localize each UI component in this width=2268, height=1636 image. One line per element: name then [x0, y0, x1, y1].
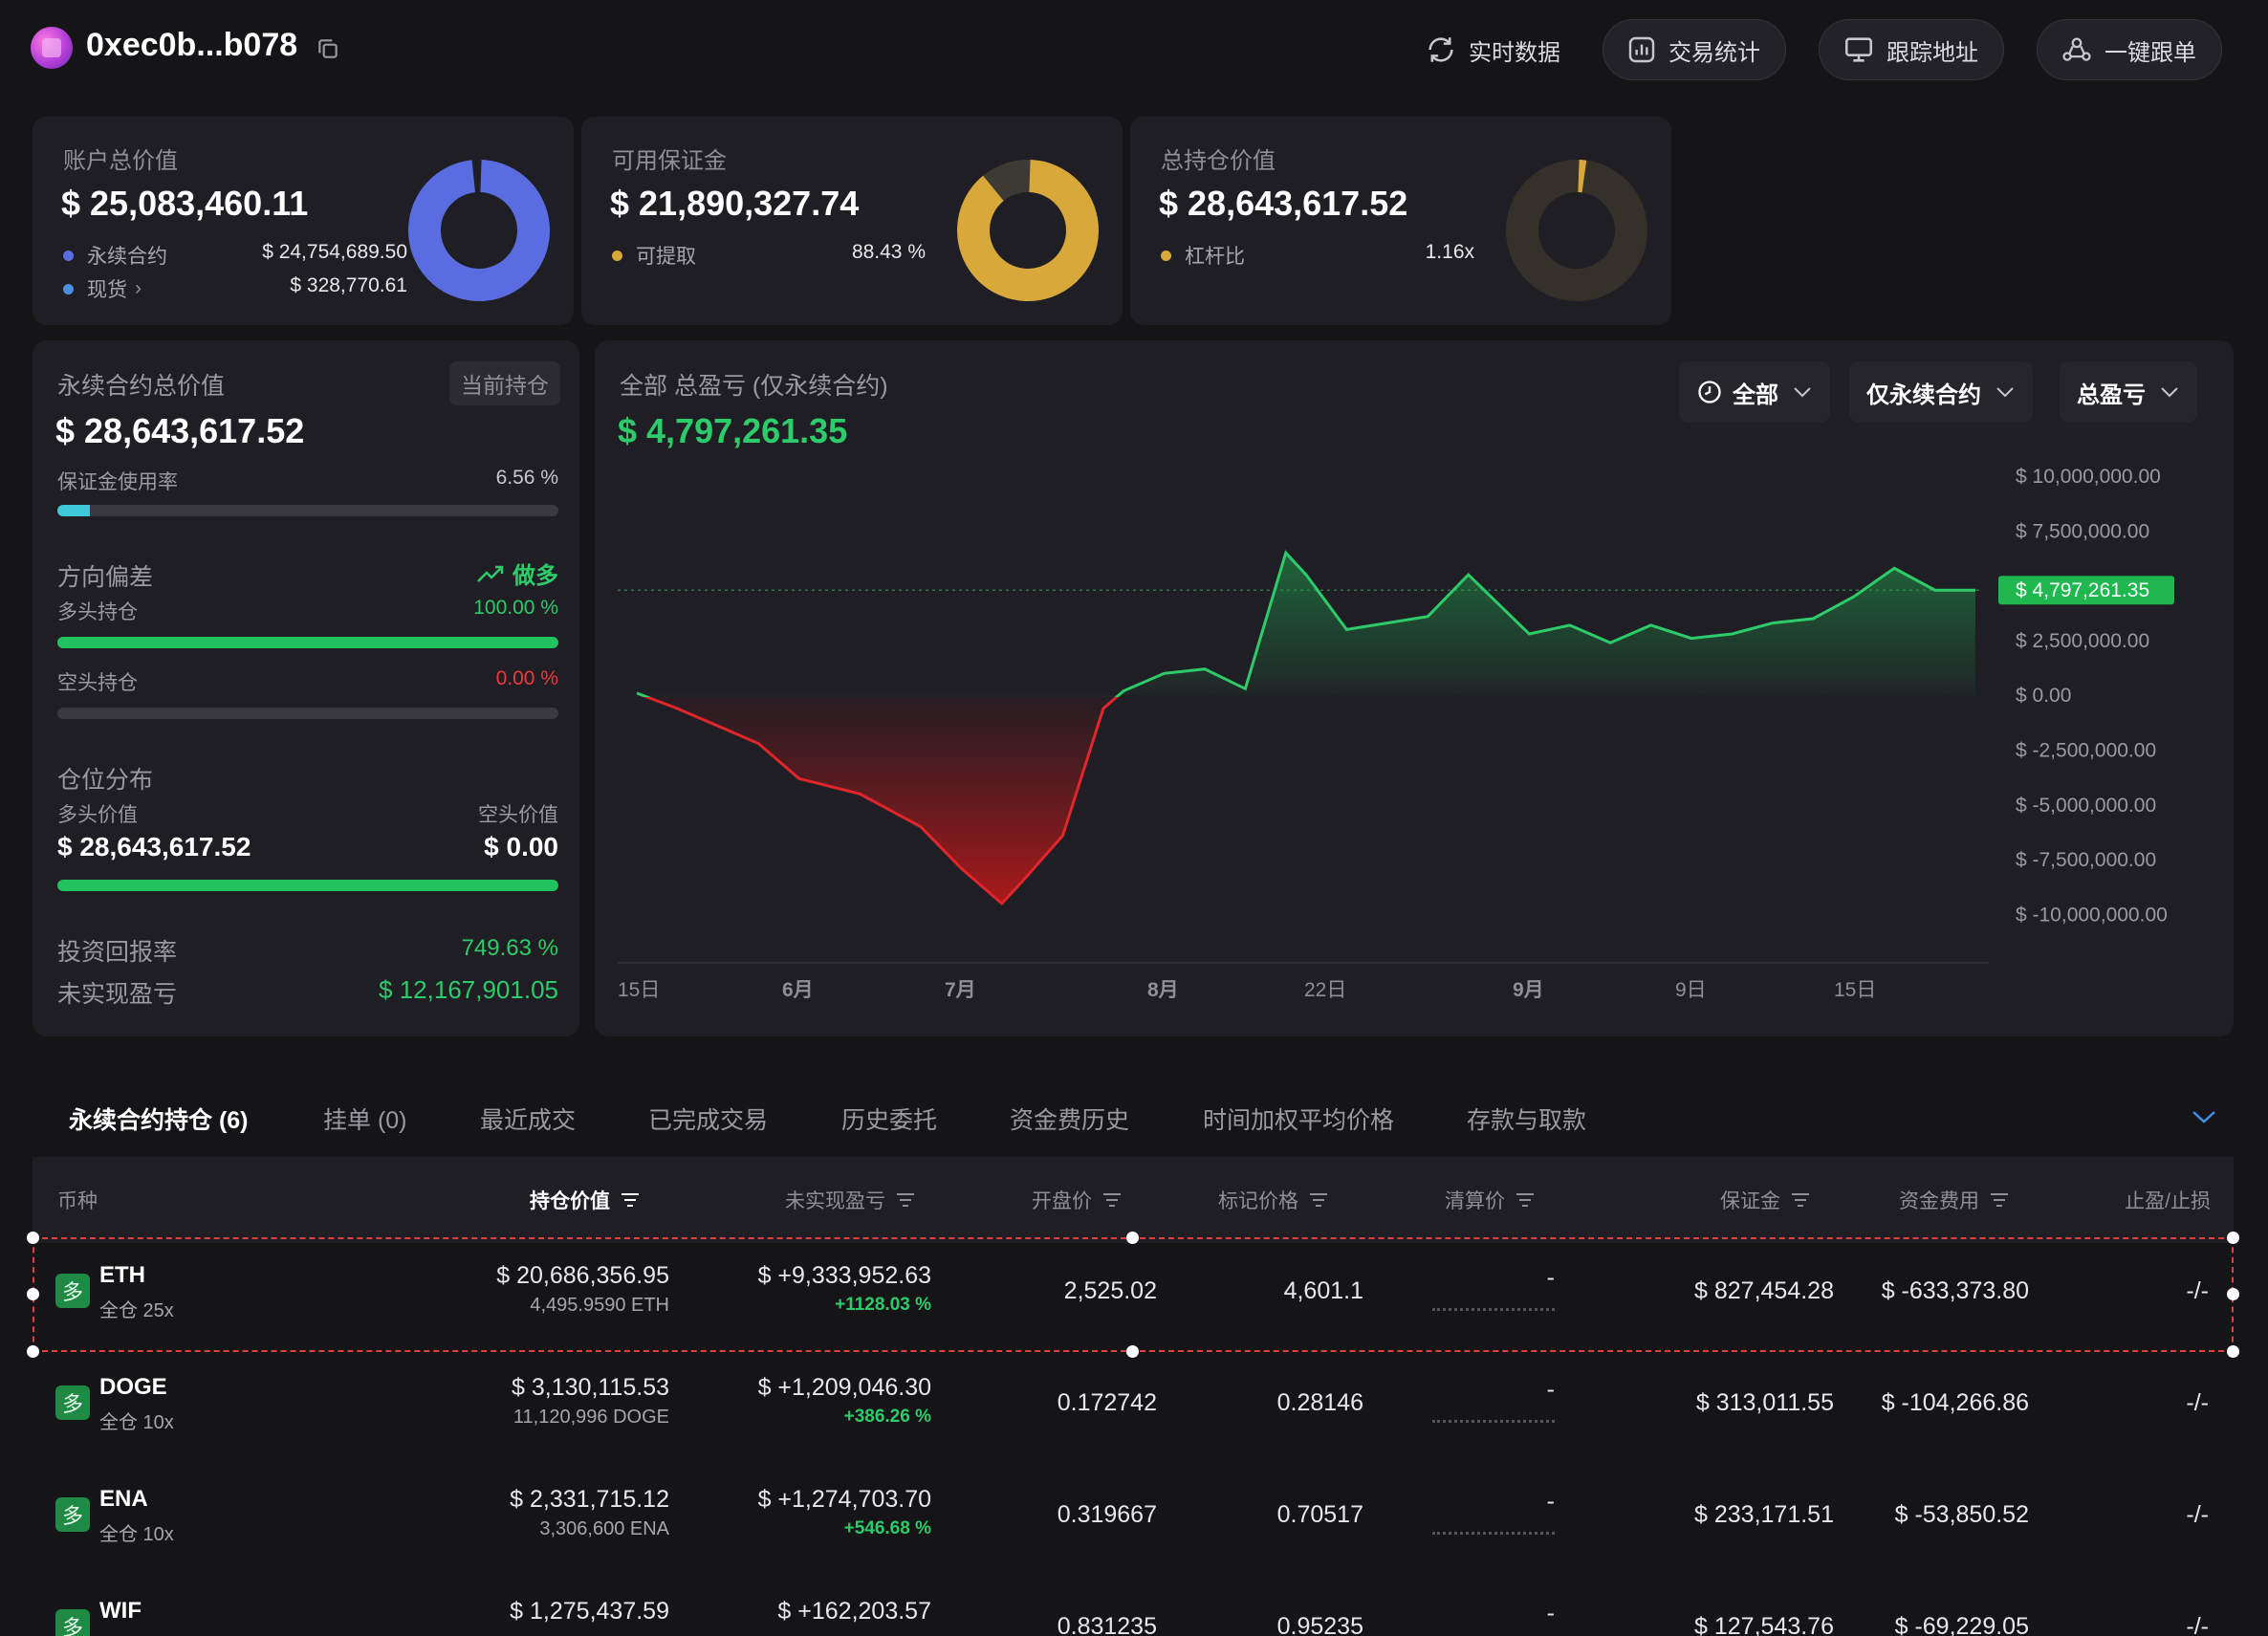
margin-mode: 全仓 10x [99, 1412, 174, 1433]
x-tick-label: 7月 [945, 979, 976, 1001]
filter-icon [622, 1193, 639, 1207]
x-tick-label: 9日 [1675, 979, 1707, 1001]
x-tick-label: 22日 [1304, 979, 1346, 1001]
filter-icon [1103, 1193, 1121, 1207]
resize-handle[interactable] [1126, 1232, 1139, 1244]
filter-icon [1991, 1193, 2008, 1207]
x-tick-label: 15日 [618, 979, 660, 1001]
y-tick-label: $ -2,500,000.00 [2016, 740, 2156, 762]
col-liq-price[interactable]: 清算价 [1445, 1186, 1536, 1214]
y-tick-label: $ 7,500,000.00 [2016, 520, 2149, 542]
entry-price: 0.172742 [1057, 1389, 1157, 1416]
col-margin[interactable]: 保证金 [1720, 1186, 1811, 1214]
liq-price: - [1546, 1488, 1555, 1515]
col-funding[interactable]: 资金费用 [1899, 1186, 2010, 1214]
tab-order-history[interactable]: 历史委托 [841, 1102, 937, 1136]
x-tick-label: 8月 [1147, 979, 1179, 1001]
x-tick-label: 6月 [782, 979, 814, 1001]
tab-funding-history[interactable]: 资金费历史 [1010, 1102, 1129, 1136]
tab-recent-fills[interactable]: 最近成交 [480, 1102, 576, 1136]
unrealized-pnl: $ +1,209,046.30 [757, 1374, 931, 1401]
coin-name[interactable]: ENA [99, 1486, 148, 1513]
current-value-badge: $ 4,797,261.35 [1998, 576, 2174, 605]
x-tick-label: 9月 [1513, 979, 1544, 1001]
resize-handle[interactable] [2227, 1288, 2239, 1300]
col-coin: 币种 [57, 1190, 98, 1212]
y-tick-label: $ 10,000,000.00 [2016, 466, 2161, 488]
resize-handle[interactable] [2227, 1345, 2239, 1358]
selection-box [33, 1237, 2234, 1352]
col-unrealized-pnl[interactable]: 未实现盈亏 [785, 1186, 916, 1214]
mark-price: 0.28146 [1276, 1389, 1363, 1416]
position-value: $ 3,130,115.53 [512, 1374, 669, 1401]
current-value-label: $ 4,797,261.35 [2016, 579, 2149, 601]
filter-icon [1310, 1193, 1327, 1207]
y-tick-label: $ 2,500,000.00 [2016, 630, 2149, 652]
mark-price: 0.70517 [1276, 1501, 1363, 1528]
margin-amount: $ 233,171.51 [1694, 1501, 1834, 1528]
col-entry-price[interactable]: 开盘价 [1032, 1186, 1123, 1214]
margin-amount: $ 127,543.76 [1694, 1613, 1834, 1636]
mark-price: 0.95235 [1276, 1613, 1363, 1636]
funding-fee: $ -69,229.05 [1894, 1613, 2029, 1636]
tab-open-orders[interactable]: 挂单 (0) [323, 1102, 407, 1136]
liq-price: - [1546, 1600, 1555, 1626]
col-position-value[interactable]: 持仓价值 [530, 1186, 641, 1214]
tab-perp-positions[interactable]: 永续合约持仓 (6) [69, 1102, 249, 1136]
funding-fee: $ -104,266.86 [1881, 1389, 2029, 1416]
position-value: $ 1,275,437.59 [510, 1598, 669, 1625]
resize-handle[interactable] [27, 1345, 39, 1358]
resize-handle[interactable] [1126, 1345, 1139, 1358]
tab-twap[interactable]: 时间加权平均价格 [1203, 1102, 1394, 1136]
position-value: $ 2,331,715.12 [510, 1486, 669, 1513]
entry-price: 0.831235 [1057, 1613, 1157, 1636]
unrealized-pnl-pct: +386.26 % [843, 1407, 931, 1427]
filter-icon [897, 1193, 914, 1207]
position-size: 11,120,996 DOGE [512, 1407, 669, 1428]
x-tick-label: 15日 [1834, 979, 1876, 1001]
long-tag: 多 [55, 1497, 90, 1532]
entry-price: 0.319667 [1057, 1501, 1157, 1528]
resize-handle[interactable] [27, 1288, 39, 1300]
table-row[interactable]: 多 ENA 全仓 10x $ 2,331,715.12 3,306,600 ENA $ +… [33, 1463, 2234, 1576]
tpsl-value[interactable]: -/- [2186, 1389, 2209, 1417]
position-size: 3,306,600 ENA [539, 1518, 669, 1539]
long-tag: 多 [55, 1385, 90, 1420]
tab-completed-trades[interactable]: 已完成交易 [648, 1102, 768, 1136]
y-tick-label: $ -7,500,000.00 [2016, 849, 2156, 871]
col-tpsl: 止盈/止损 [2125, 1190, 2211, 1212]
unrealized-pnl-pct: +546.68 % [843, 1518, 931, 1538]
liq-price-placeholder [1432, 1532, 1555, 1535]
tpsl-value[interactable]: -/- [2186, 1613, 2209, 1636]
liq-price: - [1546, 1376, 1555, 1403]
resize-handle[interactable] [2227, 1232, 2239, 1244]
col-mark-price[interactable]: 标记价格 [1218, 1186, 1329, 1214]
table-row[interactable]: 多 DOGE 全仓 10x $ 3,130,115.53 11,120,996 DOGE… [33, 1351, 2234, 1464]
long-tag: 多 [55, 1609, 90, 1636]
y-tick-label: $ -10,000,000.00 [2016, 904, 2168, 926]
resize-handle[interactable] [27, 1232, 39, 1244]
y-tick-label: $ 0.00 [2016, 685, 2071, 707]
y-tick-label: $ -5,000,000.00 [2016, 795, 2156, 817]
filter-icon [1792, 1193, 1809, 1207]
filter-icon [1516, 1193, 1534, 1207]
coin-name[interactable]: WIF [99, 1598, 142, 1625]
margin-amount: $ 313,011.55 [1695, 1389, 1834, 1416]
unrealized-pnl: $ +1,274,703.70 [757, 1486, 931, 1513]
margin-mode: 全仓 10x [99, 1524, 174, 1545]
liq-price-placeholder [1432, 1420, 1555, 1423]
unrealized-pnl: $ +162,203.57 [777, 1598, 931, 1625]
collapse-chevron-icon[interactable] [2190, 1107, 2218, 1126]
funding-fee: $ -53,850.52 [1894, 1501, 2029, 1528]
table-row[interactable]: 多 WIF $ 1,275,437.59 $ +162,203.57 0.831235 0… [33, 1575, 2234, 1636]
coin-name[interactable]: DOGE [99, 1374, 167, 1401]
tpsl-value[interactable]: -/- [2186, 1501, 2209, 1529]
tab-deposits-withdrawals[interactable]: 存款与取款 [1467, 1102, 1586, 1136]
